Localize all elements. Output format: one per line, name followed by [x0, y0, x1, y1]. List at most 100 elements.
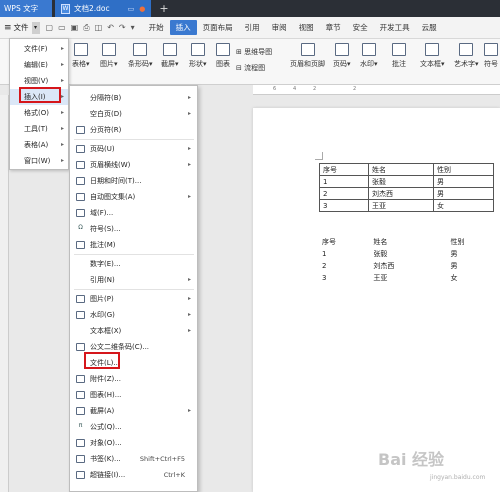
- shape-tool[interactable]: 形状▾: [189, 43, 207, 69]
- menu-item-autotext[interactable]: 自动图文集(A) ▸: [70, 189, 197, 205]
- open-folder-icon[interactable]: ▭: [58, 23, 66, 33]
- table-cell[interactable]: 张毅: [373, 248, 450, 260]
- symbol-tool[interactable]: 符号: [484, 43, 498, 69]
- menu-item-picture[interactable]: 图片(P) ▸: [70, 291, 197, 307]
- table-cell[interactable]: 1: [322, 248, 373, 260]
- textbox-tool[interactable]: 文本框▾: [420, 43, 445, 69]
- redo-icon[interactable]: ↷: [119, 23, 126, 33]
- menu-item-date-time[interactable]: 日期和时间(T)...: [70, 173, 197, 189]
- document-tab[interactable]: W 文档2.doc ▭ ●: [55, 0, 152, 17]
- menu-item-label: 图表(H)...: [90, 391, 122, 399]
- table-cell[interactable]: 刘杰西: [368, 187, 434, 200]
- menu-item-chart[interactable]: 图表(H)...: [70, 387, 197, 403]
- menu-item-symbol[interactable]: Ω 符号(S)...: [70, 221, 197, 237]
- table-cell[interactable]: 序号: [319, 163, 369, 176]
- barcode-tool[interactable]: 条形码▾: [128, 43, 153, 69]
- menu-item-screenshot[interactable]: 截屏(A) ▸: [70, 403, 197, 419]
- menu-item-field[interactable]: 域(F)...: [70, 205, 197, 221]
- page-number-tool[interactable]: 页码▾: [333, 43, 351, 69]
- table-cell[interactable]: 男: [433, 175, 494, 188]
- table-cell[interactable]: 男: [451, 260, 500, 272]
- chevron-down-icon[interactable]: ▾: [31, 21, 40, 34]
- menu-item-page-number[interactable]: 页码(U) ▸: [70, 141, 197, 157]
- mindmap-tool[interactable]: ⊞ 思维导图: [236, 47, 272, 57]
- unsaved-dot-icon[interactable]: ●: [139, 5, 145, 13]
- menu-item-page-break[interactable]: 分页符(R): [70, 122, 197, 138]
- table-cell[interactable]: 女: [433, 199, 494, 212]
- picture-tool[interactable]: 图片▾: [100, 43, 118, 69]
- table-cell[interactable]: 刘杰西: [373, 260, 450, 272]
- tab-references[interactable]: 引用: [239, 20, 266, 35]
- table-cell[interactable]: 2: [322, 260, 373, 272]
- tab-cloud[interactable]: 云服: [416, 20, 443, 35]
- table-cell[interactable]: 张毅: [368, 175, 434, 188]
- document-page[interactable]: 序号 姓名 性别 1 张毅 男 2 刘杰西 男 3 王亚 女 序号 姓名 性别 …: [253, 108, 500, 492]
- header-footer-tool[interactable]: 页眉和页脚: [290, 43, 325, 69]
- tab-page-layout[interactable]: 页面布局: [197, 20, 239, 35]
- tab-home[interactable]: 开始: [143, 20, 170, 35]
- menu-item-hyperlink[interactable]: 超链接(I)... Ctrl+K: [70, 467, 197, 483]
- menu-item-file[interactable]: 文件(F) ▸: [10, 41, 68, 57]
- table-cell[interactable]: 姓名: [373, 236, 450, 248]
- table-cell[interactable]: 男: [433, 187, 494, 200]
- menu-item-label: 公文二维条码(C)...: [90, 343, 150, 351]
- table-tool[interactable]: 表格▾: [72, 43, 90, 69]
- tab-sections[interactable]: 章节: [320, 20, 347, 35]
- table-cell[interactable]: 王亚: [373, 272, 450, 284]
- table-cell[interactable]: 3: [319, 199, 369, 212]
- table-cell[interactable]: 性别: [433, 163, 494, 176]
- wordart-tool[interactable]: 艺术字▾: [454, 43, 479, 69]
- menu-item-object[interactable]: 对象(O)...: [70, 435, 197, 451]
- tab-view[interactable]: 视图: [293, 20, 320, 35]
- horizontal-ruler[interactable]: 6 4 2 2: [253, 85, 500, 95]
- watermark-tool[interactable]: 水印▾: [360, 43, 378, 69]
- tab-developer[interactable]: 开发工具: [374, 20, 416, 35]
- borderless-table[interactable]: 序号 姓名 性别 1 张毅 男 2 刘杰西 男 3 王亚 女: [322, 236, 500, 284]
- menu-item-watermark[interactable]: 水印(G) ▸: [70, 307, 197, 323]
- table-cell[interactable]: 序号: [322, 236, 373, 248]
- menu-item-separator[interactable]: 分隔符(B) ▸: [70, 90, 197, 106]
- table-cell[interactable]: 男: [451, 248, 500, 260]
- menu-item-blank-page[interactable]: 空白页(D) ▸: [70, 106, 197, 122]
- tab-security[interactable]: 安全: [347, 20, 374, 35]
- file-menu-button[interactable]: ≡ 文件 ▾: [0, 20, 40, 36]
- menu-item-bookmark[interactable]: 书签(K)... Shift+Ctrl+F5: [70, 451, 197, 467]
- new-file-icon[interactable]: ▢: [46, 23, 54, 33]
- menu-item-comment[interactable]: 批注(M): [70, 237, 197, 253]
- vertical-ruler[interactable]: [0, 95, 9, 492]
- tab-review[interactable]: 审阅: [266, 20, 293, 35]
- screen-icon[interactable]: ▭: [128, 5, 135, 13]
- preview-icon[interactable]: ◫: [95, 23, 103, 33]
- menu-item-window[interactable]: 窗口(W) ▸: [10, 153, 68, 169]
- table-cell[interactable]: 女: [451, 272, 500, 284]
- undo-icon[interactable]: ↶: [107, 23, 114, 33]
- table-cell[interactable]: 姓名: [368, 163, 434, 176]
- menu-item-number[interactable]: 数字(E)...: [70, 256, 197, 272]
- dropdown-icon[interactable]: ▾: [131, 23, 135, 33]
- menu-item-table[interactable]: 表格(A) ▸: [10, 137, 68, 153]
- menu-item-formula[interactable]: π 公式(Q)...: [70, 419, 197, 435]
- save-icon[interactable]: ▣: [71, 23, 79, 33]
- chart-tool[interactable]: 图表: [216, 43, 230, 69]
- table-cell[interactable]: 2: [319, 187, 369, 200]
- screenshot-tool[interactable]: 截屏▾: [161, 43, 179, 69]
- flowchart-tool[interactable]: ⊟ 流程图: [236, 63, 265, 73]
- menu-item-format[interactable]: 格式(O) ▸: [10, 105, 68, 121]
- new-tab-button[interactable]: +: [159, 2, 168, 15]
- table-cell[interactable]: 性别: [451, 236, 500, 248]
- table-cell[interactable]: 1: [319, 175, 369, 188]
- menu-item-edit[interactable]: 编辑(E) ▸: [10, 57, 68, 73]
- bordered-table[interactable]: 序号 姓名 性别 1 张毅 男 2 刘杰西 男 3 王亚 女: [319, 163, 494, 212]
- comment-tool[interactable]: 批注: [392, 43, 406, 69]
- menu-item-textbox[interactable]: 文本框(X) ▸: [70, 323, 197, 339]
- menu-item-attachment[interactable]: 附件(Z)...: [70, 371, 197, 387]
- table-cell[interactable]: 3: [322, 272, 373, 284]
- menu-item-reference[interactable]: 引用(N) ▸: [70, 272, 197, 288]
- app-tab[interactable]: WPS 文字: [0, 0, 52, 17]
- menu-item-tools[interactable]: 工具(T) ▸: [10, 121, 68, 137]
- print-icon[interactable]: ⎙: [83, 23, 89, 33]
- menu-item-header-line[interactable]: 页眉横线(W) ▸: [70, 157, 197, 173]
- blank-icon: [76, 94, 85, 102]
- table-cell[interactable]: 王亚: [368, 199, 434, 212]
- tab-insert[interactable]: 插入: [169, 20, 197, 35]
